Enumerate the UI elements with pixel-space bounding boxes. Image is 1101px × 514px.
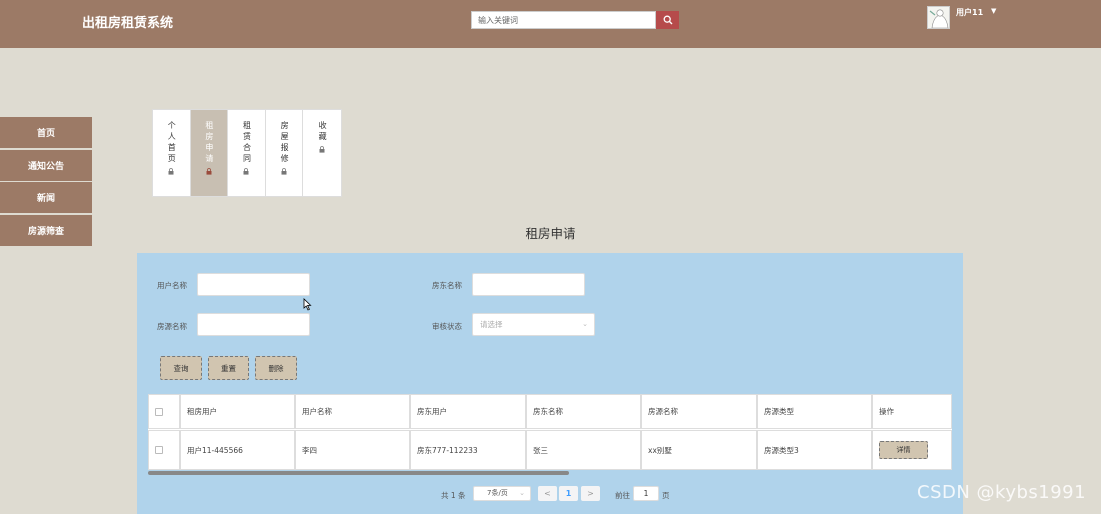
side-nav-item-notice[interactable]: 通知公告 — [0, 149, 92, 181]
tab-label: 租房申请 — [204, 121, 214, 165]
side-nav-item-news[interactable]: 新闻 — [0, 182, 92, 213]
chevron-down-icon: ⌄ — [582, 320, 588, 328]
tab-rent-application[interactable]: 租房申请 — [190, 110, 229, 196]
page-title: 租房申请 — [525, 226, 576, 241]
tab-lease-contract[interactable]: 租赁合同 — [228, 110, 266, 196]
lock-icon — [243, 168, 249, 175]
tab-label: 房屋报修 — [280, 121, 290, 165]
review-status-label: 审核状态 — [432, 322, 462, 331]
tab-label: 租赁合同 — [242, 121, 252, 165]
action-cell: 详情 — [872, 430, 952, 470]
prev-page-button[interactable]: < — [538, 486, 557, 501]
rent-application-table: 租房用户 用户名称 房东用户 房东名称 房源名称 房源类型 操作 用户11-44… — [148, 394, 952, 470]
tab-personal-home[interactable]: 个人首页 — [153, 110, 191, 196]
column-header: 房东名称 — [526, 394, 641, 429]
user-center-tabs: 个人首页 租房申请 租赁合同 房屋报修 收藏 — [152, 109, 342, 197]
top-header: 出租房租赁系统 用户11 ▼ — [0, 0, 1101, 48]
user-name-label: 用户名称 — [157, 281, 187, 290]
delete-button[interactable]: 删除 — [255, 356, 297, 380]
page-size-select[interactable]: 7条/页 ⌄ — [473, 486, 531, 501]
lock-icon — [281, 168, 287, 175]
app-title: 出租房租赁系统 — [82, 16, 174, 31]
table-cell: 李四 — [295, 430, 410, 470]
review-status-placeholder: 请选择 — [480, 320, 503, 329]
page-suffix: 页 — [662, 491, 670, 500]
tab-house-repair[interactable]: 房屋报修 — [266, 110, 304, 196]
query-button[interactable]: 查询 — [160, 356, 202, 380]
select-all-checkbox[interactable] — [155, 407, 163, 416]
side-nav-item-home[interactable]: 首页 — [0, 117, 92, 148]
table-cell: xx别墅 — [641, 430, 757, 470]
detail-button[interactable]: 详情 — [879, 441, 928, 459]
reset-button[interactable]: 重置 — [208, 356, 249, 380]
lock-icon — [319, 146, 325, 153]
landlord-name-label: 房东名称 — [432, 281, 462, 290]
column-header: 用户名称 — [295, 394, 410, 429]
search-button[interactable] — [656, 11, 679, 29]
search-panel: 用户名称 房东名称 房源名称 审核状态 请选择 ⌄ 查询 重置 删除 租房用户 … — [137, 253, 963, 514]
lock-icon — [168, 168, 174, 175]
row-select-cell — [148, 430, 180, 470]
tab-label: 个人首页 — [167, 121, 177, 165]
lock-icon — [206, 168, 212, 175]
chevron-down-icon: ⌄ — [519, 489, 525, 497]
column-header: 房源名称 — [641, 394, 757, 429]
mouse-cursor-icon — [303, 298, 312, 311]
tab-label: 收藏 — [318, 121, 328, 143]
avatar[interactable] — [927, 6, 950, 29]
page-size-value: 7条/页 — [487, 489, 508, 497]
user-name[interactable]: 用户11 — [956, 7, 983, 18]
search-icon — [663, 15, 672, 25]
page-number-current[interactable]: 1 — [559, 486, 578, 501]
tab-favorites[interactable]: 收藏 — [303, 110, 341, 196]
review-status-select[interactable]: 请选择 ⌄ — [472, 313, 595, 336]
chevron-down-icon[interactable]: ▼ — [991, 7, 996, 15]
goto-page-input[interactable]: 1 — [633, 486, 659, 501]
goto-label: 前往 — [615, 491, 630, 500]
landlord-name-input[interactable] — [472, 273, 585, 296]
row-checkbox[interactable] — [155, 446, 163, 454]
watermark: CSDN @kybs1991 — [917, 482, 1087, 503]
column-header: 房源类型 — [757, 394, 872, 429]
house-name-label: 房源名称 — [157, 322, 187, 331]
select-all-cell — [148, 394, 180, 429]
table-cell: 张三 — [526, 430, 641, 470]
table-horizontal-scrollbar[interactable] — [148, 471, 569, 475]
column-header: 房东用户 — [410, 394, 526, 429]
column-header: 操作 — [872, 394, 952, 429]
house-name-input[interactable] — [197, 313, 310, 336]
search-input[interactable] — [471, 11, 656, 29]
table-cell: 房东777-112233 — [410, 430, 526, 470]
table-cell: 用户11-445566 — [180, 430, 295, 470]
table-row: 用户11-445566 李四 房东777-112233 张三 xx别墅 房源类型… — [148, 430, 952, 470]
table-header-row: 租房用户 用户名称 房东用户 房东名称 房源名称 房源类型 操作 — [148, 394, 952, 429]
pagination-total: 共 1 条 — [441, 491, 466, 500]
column-header: 租房用户 — [180, 394, 295, 429]
table-cell: 房源类型3 — [757, 430, 872, 470]
user-name-input[interactable] — [197, 273, 310, 296]
next-page-button[interactable]: > — [581, 486, 600, 501]
